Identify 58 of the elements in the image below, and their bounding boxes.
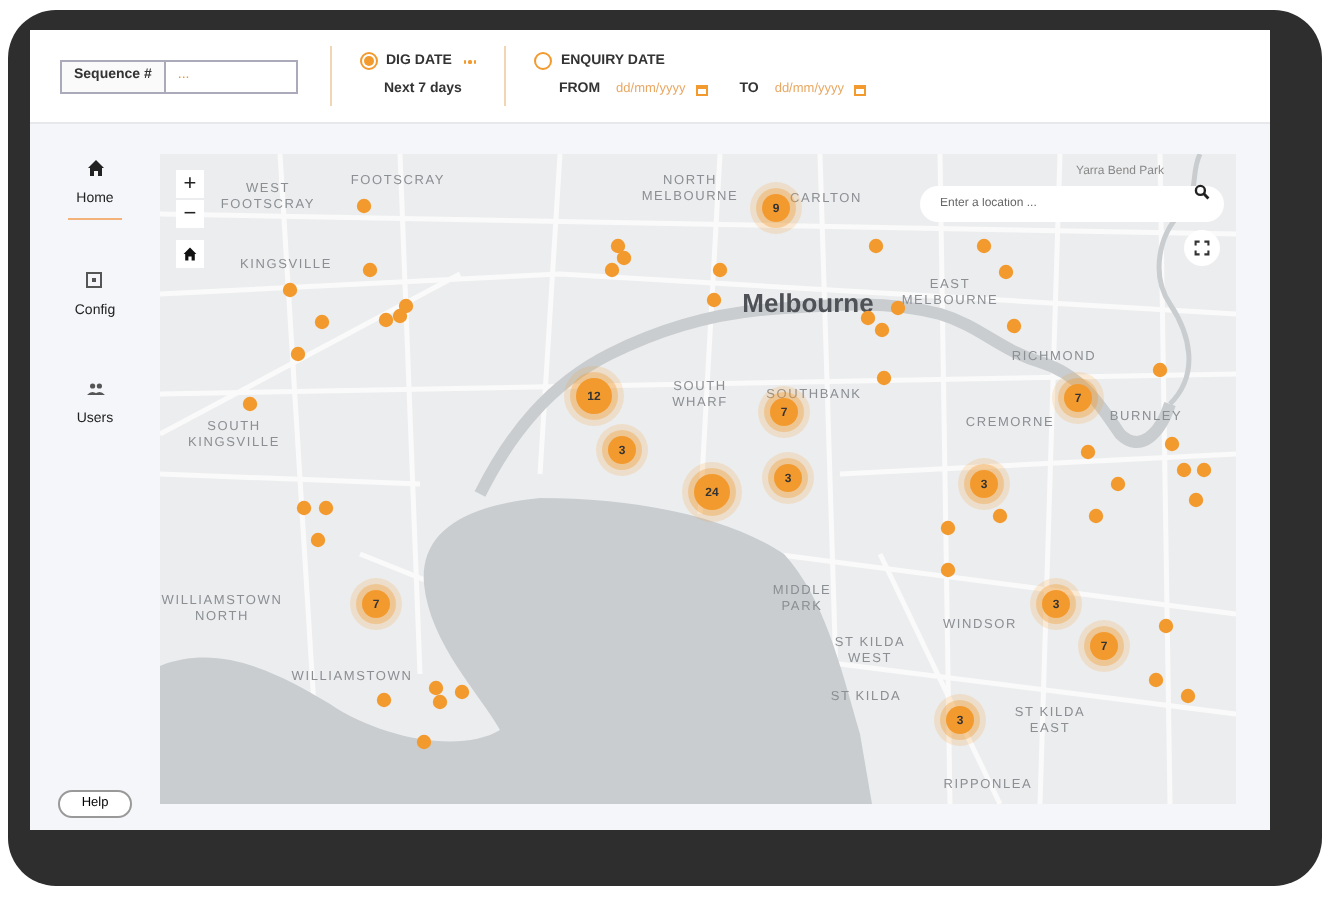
users-icon — [85, 378, 105, 398]
zoom-in-button[interactable]: + — [176, 170, 204, 198]
map-marker[interactable] — [1196, 462, 1212, 478]
map-marker[interactable] — [1110, 476, 1126, 492]
map-marker[interactable] — [1080, 444, 1096, 460]
radio-button[interactable] — [534, 52, 553, 71]
map-marker[interactable] — [1006, 318, 1022, 334]
calendar-icon[interactable] — [854, 84, 866, 97]
map-marker[interactable] — [712, 262, 728, 278]
map-marker[interactable] — [454, 684, 470, 700]
map-marker[interactable] — [1088, 508, 1104, 524]
map-marker[interactable] — [398, 298, 414, 314]
map-marker[interactable] — [706, 292, 722, 308]
fullscreen-icon — [1194, 240, 1210, 256]
map-marker[interactable] — [940, 520, 956, 536]
map-marker[interactable] — [860, 310, 876, 326]
map-marker[interactable] — [242, 396, 258, 412]
map-marker[interactable] — [976, 238, 992, 254]
map-marker[interactable] — [428, 680, 444, 696]
map-marker[interactable] — [362, 262, 378, 278]
map-marker[interactable] — [296, 500, 312, 516]
map-marker[interactable] — [376, 692, 392, 708]
map-marker[interactable] — [874, 322, 890, 338]
map-marker[interactable] — [318, 500, 334, 516]
home-icon — [182, 246, 198, 262]
map-marker[interactable] — [998, 264, 1014, 280]
home-icon — [85, 158, 105, 178]
map-marker[interactable] — [1158, 618, 1174, 634]
map-marker[interactable] — [392, 308, 408, 324]
map-marker[interactable] — [1152, 362, 1168, 378]
map-marker[interactable] — [868, 238, 884, 254]
map-marker[interactable] — [416, 734, 432, 750]
map-marker[interactable] — [1164, 436, 1180, 452]
map-marker[interactable] — [1176, 462, 1192, 478]
square-icon — [84, 269, 105, 289]
map-marker[interactable] — [314, 314, 330, 330]
map-marker[interactable] — [876, 370, 892, 386]
map-marker[interactable] — [1180, 688, 1196, 704]
map-marker[interactable] — [290, 346, 306, 362]
map-marker[interactable] — [604, 262, 620, 278]
city-label: Melbourne — [742, 288, 874, 318]
home-button[interactable] — [176, 240, 204, 268]
zoom-out-button[interactable]: − — [176, 200, 204, 228]
map-marker[interactable] — [310, 532, 326, 548]
map-marker[interactable] — [616, 250, 632, 266]
map-marker[interactable] — [1188, 492, 1204, 508]
map-marker[interactable] — [940, 562, 956, 578]
map-marker[interactable] — [992, 508, 1008, 524]
map-marker[interactable] — [282, 282, 298, 298]
map-marker[interactable] — [610, 238, 626, 254]
map-marker[interactable] — [1148, 672, 1164, 688]
calendar-icon[interactable] — [695, 84, 708, 97]
map-marker[interactable] — [378, 312, 394, 328]
search-icon[interactable] — [1194, 184, 1210, 200]
radio-button[interactable] — [360, 52, 378, 71]
map-marker[interactable] — [432, 694, 448, 710]
map-marker[interactable] — [356, 198, 372, 214]
map-marker[interactable] — [890, 300, 906, 316]
